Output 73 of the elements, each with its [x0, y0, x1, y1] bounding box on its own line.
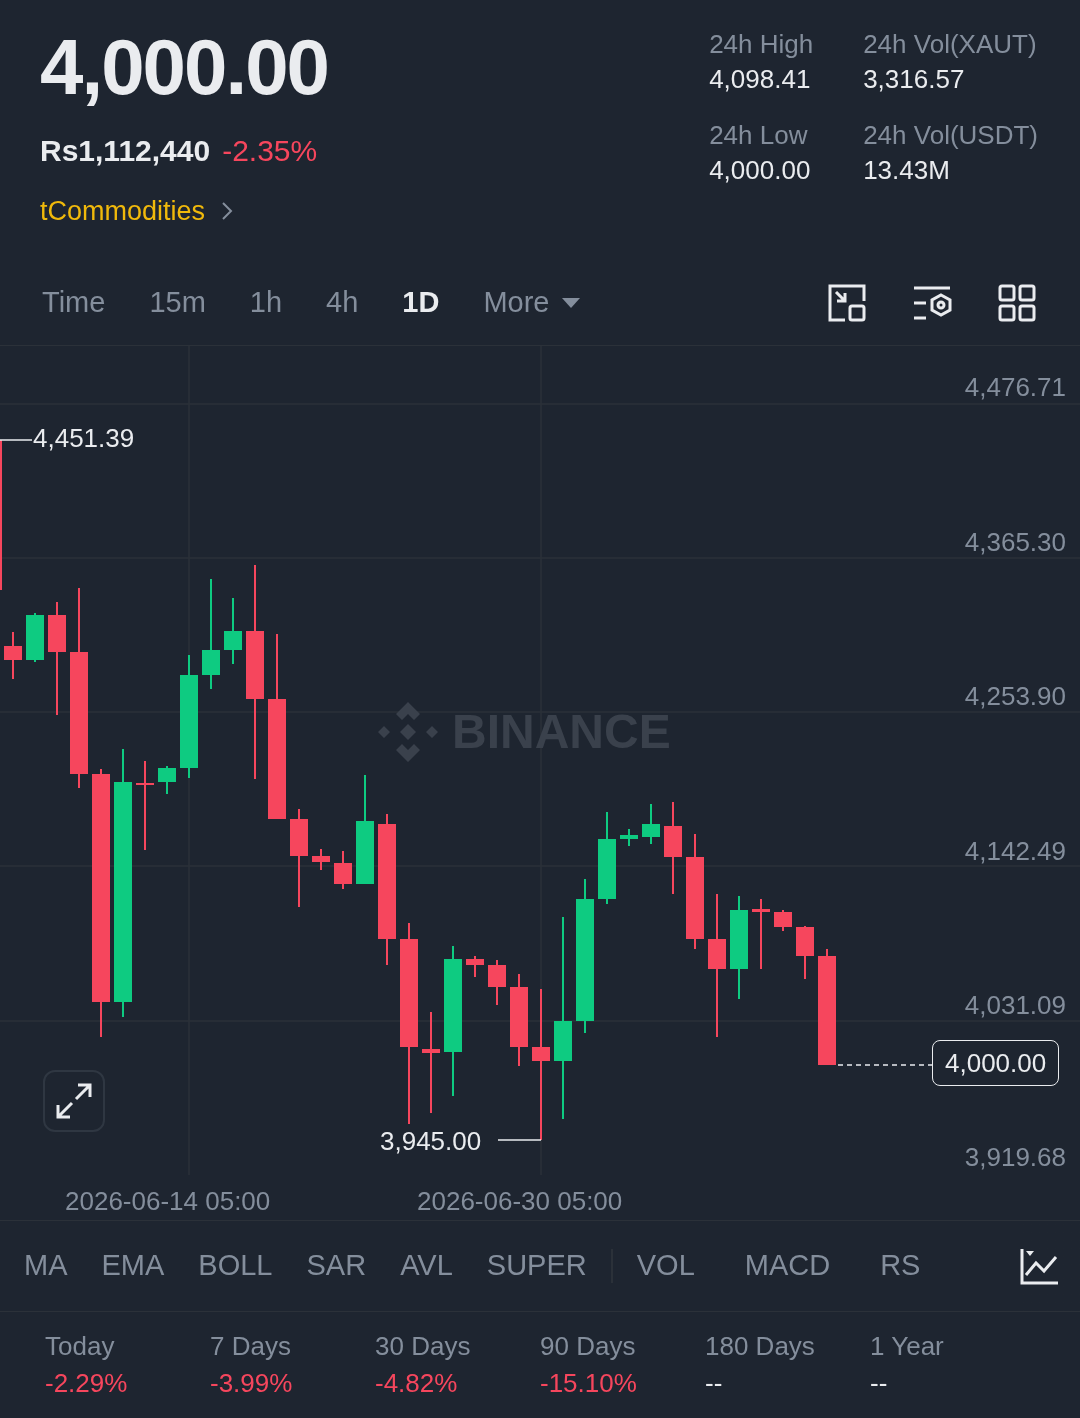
fiat-price: Rs1,112,440 [40, 133, 211, 169]
period-label: 180 Days [705, 1330, 816, 1363]
candle [4, 632, 22, 679]
price-axis-label: 3,919.68 [964, 1144, 1066, 1170]
price-axis-label: 4,142.49 [964, 838, 1066, 864]
category-link[interactable]: tCommodities [40, 191, 206, 232]
indicator-tab[interactable]: SAR [306, 1244, 367, 1288]
price-axis-label: 4,253.90 [964, 683, 1066, 709]
low-price-marker: 3,945.00 [380, 1128, 482, 1154]
indicator-tab[interactable]: BOLL [198, 1244, 273, 1288]
price-axis-label: 4,476.71 [964, 374, 1066, 400]
interval-tab[interactable]: 15m [149, 280, 206, 325]
period-label: 1 Year [870, 1330, 945, 1363]
line-chart-icon[interactable] [1020, 1247, 1060, 1285]
caret-down-icon [561, 296, 582, 309]
indicator-tab[interactable]: SUPER [486, 1244, 587, 1288]
grid-layout-icon[interactable] [998, 283, 1036, 322]
interval-tab[interactable]: 1D [402, 280, 440, 325]
expand-icon [54, 1081, 94, 1121]
leader-line [0, 439, 33, 441]
candle [26, 613, 44, 662]
period-change: -4.82% [375, 1366, 459, 1399]
fullscreen-button[interactable] [43, 1070, 105, 1132]
interval-tab[interactable]: 1h [249, 280, 283, 325]
stat-label: 24h Vol(XAUT) [863, 28, 1038, 61]
period-label: 30 Days [375, 1330, 472, 1363]
price-change: -2.35% [222, 133, 318, 169]
last-price-label: 4,000.00 [932, 1040, 1060, 1086]
indicator-tab[interactable]: EMA [101, 1244, 165, 1288]
stat-value: 13.43M [863, 153, 951, 186]
indicator-tab[interactable]: VOL [636, 1244, 695, 1288]
candle [488, 960, 506, 1005]
period-label: 7 Days [210, 1330, 292, 1363]
period-change: -2.29% [45, 1366, 129, 1399]
price-axis-label: 4,365.30 [964, 529, 1066, 555]
time-axis-label: 2026-06-30 05:00 [417, 1188, 623, 1214]
leader-line [497, 1139, 542, 1141]
stat-label: 24h Low [709, 119, 809, 152]
stat-value: 3,316.57 [863, 62, 966, 95]
candle [796, 926, 814, 979]
price-axis-label: 4,031.09 [964, 992, 1066, 1018]
candle [774, 910, 792, 931]
stat-label: 24h Vol(USDT) [863, 119, 1038, 152]
period-change: -3.99% [210, 1366, 294, 1399]
interval-tab[interactable]: Time [42, 280, 106, 325]
candle [620, 829, 638, 846]
candle [752, 899, 770, 969]
binance-logo-icon [378, 702, 438, 762]
stat-value: 4,000.00 [709, 153, 812, 186]
picture-in-picture-icon[interactable] [828, 283, 866, 322]
period-change: -- [870, 1366, 889, 1399]
more-dropdown[interactable]: More [483, 280, 582, 325]
time-axis-label: 2026-06-14 05:00 [65, 1188, 271, 1214]
period-label: 90 Days [540, 1330, 637, 1363]
stat-label: 24h High [709, 28, 815, 61]
period-label: Today [45, 1330, 116, 1363]
indicator-tab[interactable]: MA [24, 1244, 68, 1288]
candle [642, 804, 660, 844]
candle [334, 851, 352, 889]
high-price-marker: 4,451.39 [33, 425, 135, 451]
candle [158, 766, 176, 794]
candle [312, 849, 330, 870]
chevron-right-icon [221, 201, 234, 222]
candle [466, 956, 484, 977]
period-change: -- [705, 1366, 724, 1399]
interval-tab[interactable]: 4h [326, 280, 359, 325]
period-change: -15.10% [540, 1366, 638, 1399]
candle [224, 598, 242, 664]
indicator-tab[interactable]: MACD [744, 1244, 831, 1288]
stat-value: 4,098.41 [709, 62, 812, 95]
indicator-tab[interactable]: RS [880, 1244, 921, 1288]
indicator-tab[interactable]: AVL [400, 1244, 453, 1288]
last-price: 4,000.00 [40, 28, 329, 106]
